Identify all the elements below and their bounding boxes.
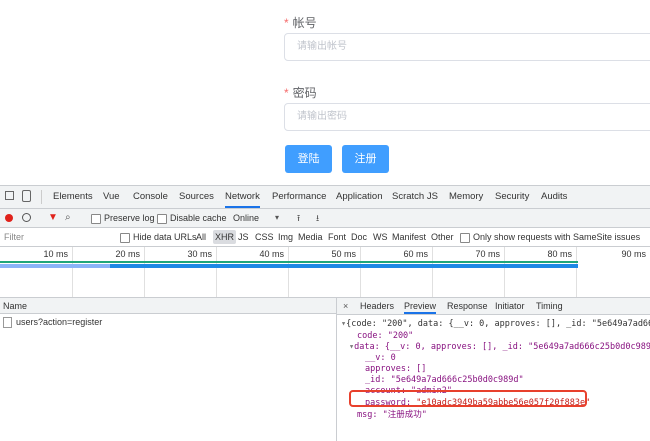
register-button[interactable]: 注册 <box>342 145 389 173</box>
tab-network[interactable]: Network <box>225 186 260 208</box>
upload-icon[interactable]: ⭱ <box>297 209 300 227</box>
network-lower: Name users?action=register × Headers Pre… <box>0 298 650 441</box>
account-label: * 帐号 <box>284 16 317 30</box>
filter-css[interactable]: CSS <box>255 228 274 246</box>
grid-line <box>144 247 145 297</box>
checkbox-icon <box>460 232 470 243</box>
tab-headers[interactable]: Headers <box>360 298 394 314</box>
tab-performance[interactable]: Performance <box>272 186 326 208</box>
request-row[interactable]: users?action=register <box>0 315 336 329</box>
tab-timing[interactable]: Timing <box>536 298 563 314</box>
request-list: Name users?action=register <box>0 298 337 441</box>
grid-line <box>504 247 505 297</box>
tab-initiator[interactable]: Initiator <box>495 298 525 314</box>
preview-v: __v: 0 <box>365 353 396 363</box>
disable-cache-checkbox[interactable]: Disable cache <box>157 209 227 227</box>
filter-all[interactable]: All <box>196 228 206 246</box>
tab-elements[interactable]: Elements <box>53 186 93 208</box>
preserve-log-checkbox[interactable]: Preserve log <box>91 209 155 227</box>
grid-line <box>360 247 361 297</box>
devtools-tabbar: Elements Vue Console Sources Network Per… <box>0 186 650 209</box>
password-input[interactable]: 请输出密码 <box>284 103 650 131</box>
filter-img[interactable]: Img <box>278 228 293 246</box>
tab-application[interactable]: Application <box>336 186 382 208</box>
network-toolbar: ▼ ⌕ Preserve log Disable cache Online ▾ … <box>0 209 650 228</box>
grid-line <box>432 247 433 297</box>
hide-data-urls-checkbox[interactable]: Hide data URLs <box>120 228 197 246</box>
preview-approves: approves: [] <box>365 364 427 374</box>
password-label: * 密码 <box>284 86 317 100</box>
tab-sources[interactable]: Sources <box>179 186 214 208</box>
filter-input[interactable]: Filter <box>4 228 24 246</box>
grid-line <box>288 247 289 297</box>
throttle-select[interactable]: Online <box>233 209 259 227</box>
login-button[interactable]: 登陆 <box>285 145 332 173</box>
checkbox-icon <box>120 232 130 243</box>
preview-root-line[interactable]: ▾{code: "200", data: {__v: 0, approves: … <box>341 319 650 330</box>
clear-icon[interactable] <box>22 213 31 222</box>
inspect-element-icon[interactable] <box>5 191 14 200</box>
filter-bar: Filter Hide data URLs All XHR JS CSS Img… <box>0 228 650 247</box>
tab-vue[interactable]: Vue <box>103 186 120 208</box>
record-icon[interactable] <box>5 214 13 222</box>
preview-code: code: "200" <box>357 331 414 341</box>
filter-media[interactable]: Media <box>298 228 323 246</box>
checkbox-icon <box>157 213 167 224</box>
detail-tabbar: × Headers Preview Response Initiator Tim… <box>337 298 650 315</box>
tab-preview[interactable]: Preview <box>404 298 437 314</box>
close-icon[interactable]: × <box>343 298 348 314</box>
filter-xhr[interactable]: XHR <box>213 230 237 244</box>
filter-font[interactable]: Font <box>328 228 346 246</box>
account-input[interactable]: 请输出帐号 <box>284 33 650 61</box>
preview-data-line[interactable]: ▾data: {__v: 0, approves: [], _id: "5e64… <box>349 342 650 353</box>
tab-response[interactable]: Response <box>447 298 488 314</box>
name-column-header[interactable]: Name <box>0 298 336 314</box>
tick-label: 70 ms <box>475 249 500 259</box>
tab-memory[interactable]: Memory <box>449 186 483 208</box>
device-toolbar-icon[interactable] <box>22 190 31 202</box>
grid-line <box>576 247 577 297</box>
filter-manifest[interactable]: Manifest <box>392 228 426 246</box>
tick-label: 30 ms <box>187 249 212 259</box>
filter-other[interactable]: Other <box>431 228 454 246</box>
tick-label: 20 ms <box>115 249 140 259</box>
filter-js[interactable]: JS <box>238 228 249 246</box>
tab-security[interactable]: Security <box>495 186 529 208</box>
grid-line <box>72 247 73 297</box>
tab-audits[interactable]: Audits <box>541 186 567 208</box>
download-icon[interactable]: ⭳ <box>316 209 319 227</box>
password-highlight-box <box>349 390 587 407</box>
timeline-overview: 10 ms 20 ms 30 ms 40 ms 50 ms 60 ms 70 m… <box>0 247 650 298</box>
tab-scratch-js[interactable]: Scratch JS <box>392 186 438 208</box>
tick-label: 40 ms <box>259 249 284 259</box>
grid-line <box>216 247 217 297</box>
search-icon[interactable]: ⌕ <box>65 209 71 227</box>
timing-bar <box>0 264 578 268</box>
tick-label: 80 ms <box>547 249 572 259</box>
request-detail: × Headers Preview Response Initiator Tim… <box>337 298 650 441</box>
samesite-checkbox[interactable]: Only show requests with SameSite issues <box>460 228 640 246</box>
filter-icon[interactable]: ▼ <box>48 209 58 227</box>
divider <box>41 190 42 204</box>
preview-msg: msg: "注册成功" <box>357 410 427 420</box>
chevron-down-icon[interactable]: ▾ <box>275 209 279 227</box>
filter-ws[interactable]: WS <box>373 228 388 246</box>
filter-doc[interactable]: Doc <box>351 228 367 246</box>
tick-label: 60 ms <box>403 249 428 259</box>
file-icon <box>3 317 12 329</box>
preview-id: _id: "5e649a7ad666c25b0d0c989d" <box>365 375 524 385</box>
tab-console[interactable]: Console <box>133 186 168 208</box>
tick-label: 10 ms <box>43 249 68 259</box>
checkbox-icon <box>91 213 101 224</box>
tick-label: 50 ms <box>331 249 356 259</box>
tick-label: 90 ms <box>621 249 646 259</box>
timing-bar <box>0 261 578 263</box>
